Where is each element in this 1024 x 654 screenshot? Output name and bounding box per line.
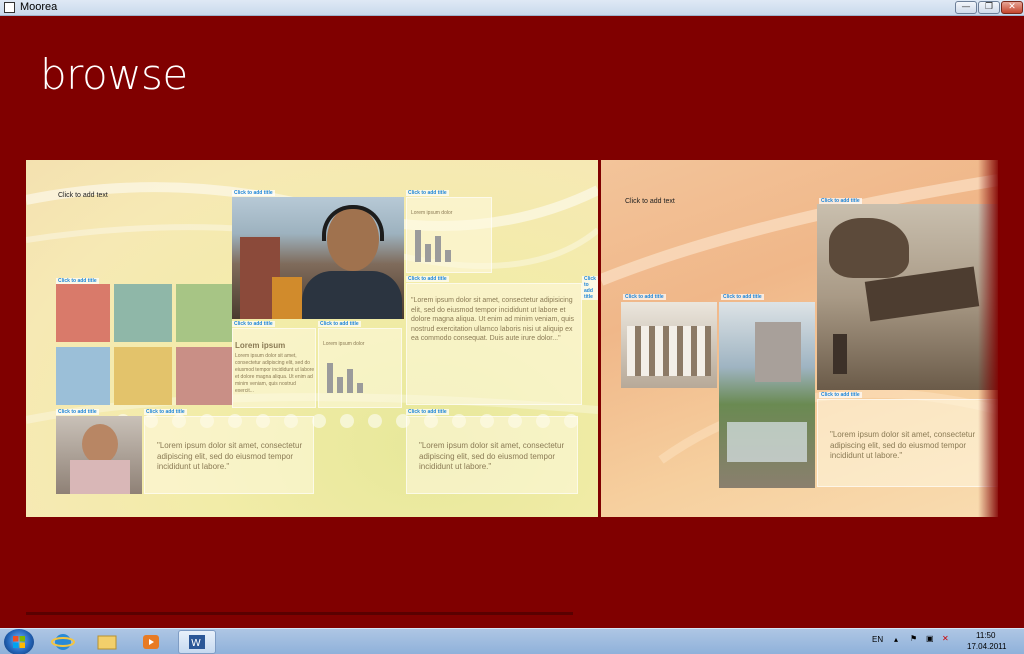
portrait-tile xyxy=(114,347,172,405)
placeholder-title[interactable]: Click to add title xyxy=(144,409,187,415)
taskbar: W EN ▴ ⚑ ▣ ✕ 11:50 17.04.2011 xyxy=(0,628,1024,654)
window-title-bar: Moorea — ❐ ✕ xyxy=(0,0,1024,16)
chart-bar xyxy=(327,363,333,393)
minimize-button[interactable]: — xyxy=(955,1,977,14)
placeholder-title[interactable]: Click to add title xyxy=(582,276,598,300)
bar-chart xyxy=(413,222,453,262)
placeholder-title[interactable]: Click to add title xyxy=(406,190,449,196)
placeholder-title[interactable]: Click to add title xyxy=(232,190,275,196)
bottom-right-quote-box: "Lorem ipsum dolor sit amet, consectetur… xyxy=(406,416,578,494)
dinosaur-skeleton-photo xyxy=(817,204,998,390)
quote-box: "Lorem ipsum dolor sit amet, consectetur… xyxy=(406,283,582,405)
portrait-grid xyxy=(56,284,232,408)
chart-heading: Lorem ipsum dolor xyxy=(411,210,453,216)
windows-logo-icon xyxy=(13,636,25,648)
bottom-right-quote-text: "Lorem ipsum dolor sit amet, consectetur… xyxy=(419,441,565,471)
portrait-tile xyxy=(56,284,110,342)
jacket-shape xyxy=(302,271,402,319)
placeholder-title[interactable]: Click to add title xyxy=(721,294,764,300)
reading-girl-photo xyxy=(56,416,142,494)
chart-placeholder: Lorem ipsum dolor xyxy=(406,197,492,273)
window-title: Moorea xyxy=(20,1,58,13)
portrait-tile xyxy=(56,347,110,405)
app-area: browse Click to add text Click to add ti… xyxy=(0,16,1024,628)
word-icon: W xyxy=(189,635,205,649)
quote-text: "Lorem ipsum dolor sit amet, consectetur… xyxy=(830,430,976,460)
show-hidden-icons[interactable]: ▴ xyxy=(894,635,898,644)
internet-explorer-icon xyxy=(51,634,75,650)
horizontal-scrollbar[interactable] xyxy=(26,612,573,615)
museum-entrance-photo xyxy=(621,302,717,388)
placeholder-title[interactable]: Click to add title xyxy=(406,409,449,415)
clock-time[interactable]: 11:50 xyxy=(976,631,995,640)
taskbar-explorer[interactable] xyxy=(90,630,124,654)
language-indicator[interactable]: EN xyxy=(872,635,883,644)
placeholder-title[interactable]: Click to add title xyxy=(318,321,361,327)
fountain-photo xyxy=(719,302,815,488)
chart-box-small: Lorem ipsum dolor xyxy=(318,328,402,408)
placeholder-title[interactable]: Click to add title xyxy=(406,276,449,282)
bar-chart-small xyxy=(325,353,365,393)
chart-bar xyxy=(337,377,343,393)
portrait-tile xyxy=(176,347,232,405)
placeholder-title[interactable]: Click to add title xyxy=(232,321,275,327)
tree-shape xyxy=(272,277,302,319)
taskbar-internet-explorer[interactable] xyxy=(46,630,80,654)
chart-bar xyxy=(435,236,441,262)
placeholder-title[interactable]: Click to add title xyxy=(623,294,666,300)
page-title: browse xyxy=(40,50,188,99)
body-text: Lorem ipsum dolor sit amet, consectetur … xyxy=(235,353,315,394)
media-player-icon xyxy=(143,635,159,649)
bottom-quote-box: "Lorem ipsum dolor sit amet, consectetur… xyxy=(144,416,314,494)
portrait-tile xyxy=(114,284,172,342)
headphones-shape xyxy=(322,205,384,241)
taskbar-media-player[interactable] xyxy=(134,630,168,654)
maximize-button[interactable]: ❐ xyxy=(978,1,1000,14)
svg-text:W: W xyxy=(191,638,201,649)
slide-thumbnail-1[interactable]: Click to add text Click to add title Cli… xyxy=(26,160,598,517)
network-icon[interactable]: ▣ xyxy=(926,634,934,643)
click-to-add-text[interactable]: Click to add text xyxy=(625,198,675,205)
body-heading: Lorem ipsum xyxy=(235,341,286,350)
click-to-add-text[interactable]: Click to add text xyxy=(58,192,108,199)
small-chart-heading: Lorem ipsum dolor xyxy=(323,341,365,347)
action-center-flag-icon[interactable]: ⚑ xyxy=(910,634,917,643)
chart-bar xyxy=(425,244,431,262)
bottom-quote-text: "Lorem ipsum dolor sit amet, consectetur… xyxy=(157,441,303,471)
chart-bar xyxy=(357,383,363,393)
placeholder-title[interactable]: Click to add title xyxy=(819,392,862,398)
student-headphones-photo xyxy=(232,197,404,319)
close-button[interactable]: ✕ xyxy=(1001,1,1023,14)
quote-box: "Lorem ipsum dolor sit amet, consectetur… xyxy=(817,399,998,487)
text-box: Lorem ipsum Lorem ipsum dolor sit amet, … xyxy=(232,328,316,408)
portrait-tile xyxy=(176,284,232,342)
app-window-icon xyxy=(4,2,15,13)
clock-date[interactable]: 17.04.2011 xyxy=(967,642,1006,651)
chart-bar xyxy=(347,369,353,393)
chart-bar xyxy=(445,250,451,262)
quote-text: "Lorem ipsum dolor sit amet, consectetur… xyxy=(411,297,575,342)
taskbar-word[interactable]: W xyxy=(178,630,216,654)
slide-thumbnail-2[interactable]: Click to add text Click to add title Cli… xyxy=(601,160,998,517)
placeholder-title[interactable]: Click to add title xyxy=(56,409,99,415)
folder-icon xyxy=(97,635,117,650)
start-button[interactable] xyxy=(4,629,34,654)
chart-bar xyxy=(415,230,421,262)
volume-muted-icon[interactable]: ✕ xyxy=(942,634,949,643)
